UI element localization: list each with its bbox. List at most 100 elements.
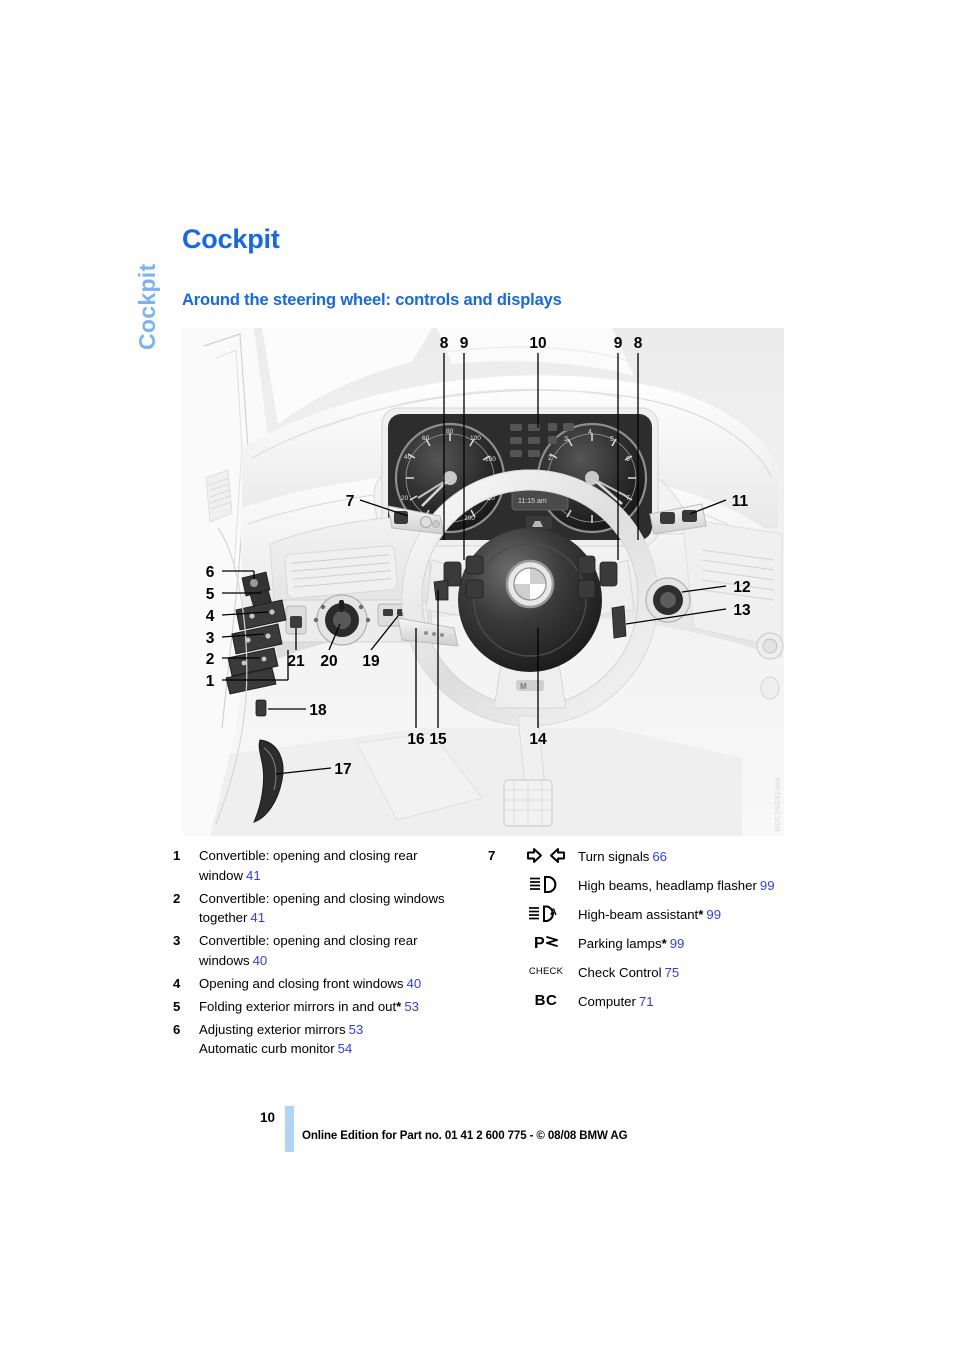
page-reference[interactable]: 66 xyxy=(649,849,667,864)
legend-item-7: 7 Turn signals 66 xyxy=(488,846,808,867)
page-reference[interactable]: 53 xyxy=(346,1022,364,1037)
legend-item-parking-lamps: P Parking lamps* 99 xyxy=(488,933,808,954)
svg-text:8: 8 xyxy=(634,335,643,352)
legend-line-text: Adjusting exterior mirrors xyxy=(199,1021,346,1037)
legend-line-text: High beams, headlamp flasher xyxy=(578,878,757,893)
legend-line-text: Convertible: opening and closing rear xyxy=(199,933,418,948)
svg-text:12: 12 xyxy=(733,579,750,596)
svg-text:P: P xyxy=(534,935,545,952)
legend-text: Check Control 75 xyxy=(578,962,808,983)
svg-text:3: 3 xyxy=(564,436,568,443)
page-reference[interactable]: 71 xyxy=(636,994,654,1009)
svg-text:160: 160 xyxy=(485,456,496,463)
svg-text:11: 11 xyxy=(732,493,749,510)
svg-text:1: 1 xyxy=(206,673,215,690)
section-title: Around the steering wheel: controls and … xyxy=(182,291,562,309)
page-reference[interactable]: 41 xyxy=(243,868,261,883)
legend-number: 2 xyxy=(173,890,181,906)
legend-item-1: 1 Convertible: opening and closing rear … xyxy=(173,846,483,885)
page-reference[interactable]: 99 xyxy=(757,878,775,893)
check-control-icon-label: CHECK xyxy=(528,965,564,977)
legend-left-column: 1 Convertible: opening and closing rear … xyxy=(173,846,483,1062)
svg-text:80: 80 xyxy=(446,428,454,435)
legend-text: Opening and closing front windows 40 xyxy=(199,974,483,994)
check-control-icon: CHECK xyxy=(514,962,578,981)
svg-text:7: 7 xyxy=(346,493,355,510)
figure-watermark: MDE2NE51IMA xyxy=(775,777,782,832)
svg-text:6: 6 xyxy=(206,564,215,581)
page-reference[interactable]: 53 xyxy=(401,999,419,1014)
svg-text:60: 60 xyxy=(422,435,430,442)
high-beams-icon xyxy=(514,875,578,894)
legend-item-computer: BC Computer 71 xyxy=(488,991,808,1012)
legend-line-text: Check Control xyxy=(578,965,662,980)
legend-item-check-control: CHECK Check Control 75 xyxy=(488,962,808,983)
cockpit-illustration: 20 40 60 80 100 160 180 200 2 3 4 5 6 7 … xyxy=(182,328,784,836)
svg-text:3: 3 xyxy=(206,630,215,647)
chapter-side-tab-label: Cockpit xyxy=(134,263,160,350)
svg-text:9: 9 xyxy=(460,335,469,352)
computer-icon-label: BC xyxy=(534,991,558,1009)
svg-text:13: 13 xyxy=(733,602,751,619)
legend-text: Folding exterior mirrors in and out* 53 xyxy=(199,997,483,1017)
legend-line-text: together xyxy=(199,910,248,925)
legend-line-text: Convertible: opening and closing windows xyxy=(199,890,445,906)
legend-item-6: 6 Adjusting exterior mirrors 53 Automatic… xyxy=(173,1020,483,1059)
legend-item-high-beams: High beams, headlamp flasher 99 xyxy=(488,875,808,896)
legend-text: Convertible: opening and closing rear wi… xyxy=(199,931,483,970)
legend-item-5: 5 Folding exterior mirrors in and out* 53 xyxy=(173,997,483,1017)
svg-text:100: 100 xyxy=(470,435,481,442)
svg-text:10: 10 xyxy=(529,335,546,352)
page-number: 10 xyxy=(260,1110,276,1125)
legend-text: High-beam assistant* 99 xyxy=(578,904,808,925)
svg-text:14: 14 xyxy=(529,731,547,748)
legend-number: 5 xyxy=(173,998,181,1014)
svg-text:4: 4 xyxy=(206,608,215,625)
svg-text:9: 9 xyxy=(614,335,623,352)
legend-text: High beams, headlamp flasher 99 xyxy=(578,875,808,896)
svg-text:16: 16 xyxy=(407,731,425,748)
page-reference[interactable]: 99 xyxy=(667,936,685,951)
high-beam-assistant-icon: A xyxy=(514,904,578,923)
legend-line-text: Parking lamps xyxy=(578,936,662,951)
svg-text:20: 20 xyxy=(401,495,409,502)
footer-edition-note: Online Edition for Part no. 01 41 2 600 … xyxy=(302,1130,628,1142)
page-reference[interactable]: 75 xyxy=(662,965,680,980)
svg-text:2: 2 xyxy=(548,455,552,462)
page-reference[interactable]: 41 xyxy=(247,910,265,925)
legend-number: 4 xyxy=(173,975,181,991)
legend-number: 7 xyxy=(488,848,496,863)
page-reference[interactable]: 99 xyxy=(703,907,721,922)
legend-line-text: Computer xyxy=(578,994,636,1009)
legend-text: Convertible: opening and closing rear wi… xyxy=(199,846,483,885)
page-reference[interactable]: 40 xyxy=(250,953,268,968)
legend-item-2: 2 Convertible: opening and closing windo… xyxy=(173,889,483,928)
legend-text: Turn signals 66 xyxy=(578,846,808,867)
computer-icon: BC xyxy=(514,991,578,1010)
turn-signals-icon xyxy=(514,846,578,865)
footer-accent-bar xyxy=(285,1106,294,1152)
svg-text:A: A xyxy=(550,907,557,918)
legend-text: Computer 71 xyxy=(578,991,808,1012)
legend-line-text: High-beam assistant xyxy=(578,907,699,922)
page-reference[interactable]: 54 xyxy=(335,1041,353,1056)
legend-line-text: Opening and closing front windows xyxy=(199,975,404,991)
svg-text:M: M xyxy=(520,682,527,691)
svg-text:2: 2 xyxy=(206,651,215,668)
legend-line-text: Convertible: opening and closing rear xyxy=(199,848,418,863)
legend-item-4: 4 Opening and closing front windows 40 xyxy=(173,974,483,994)
legend-text: Convertible: opening and closing windows… xyxy=(199,889,483,928)
legend-number: 6 xyxy=(173,1021,181,1037)
chapter-side-tab: Cockpit xyxy=(118,200,160,360)
svg-text:19: 19 xyxy=(362,653,380,670)
legend-right-column: 7 Turn signals 66 High beams, headlamp f… xyxy=(488,846,808,1020)
legend-number: 3 xyxy=(173,933,181,948)
page-reference[interactable]: 40 xyxy=(404,976,422,991)
svg-text:17: 17 xyxy=(334,761,351,778)
legend-item-high-beam-assistant: A High-beam assistant* 99 xyxy=(488,904,808,925)
legend-text: Adjusting exterior mirrors 53 Automatic c… xyxy=(199,1020,483,1059)
parking-lamps-icon: P xyxy=(514,933,578,952)
svg-text:21: 21 xyxy=(287,653,305,670)
svg-text:40: 40 xyxy=(404,454,412,461)
svg-text:11:15 am: 11:15 am xyxy=(518,498,547,505)
